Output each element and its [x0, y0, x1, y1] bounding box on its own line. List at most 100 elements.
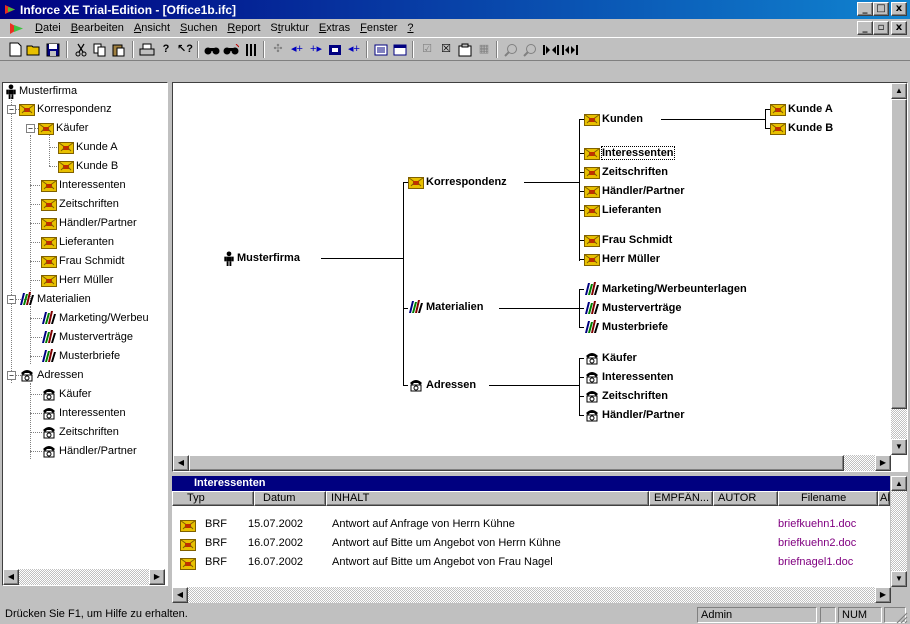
menu-item-ansicht[interactable]: Ansicht: [129, 22, 175, 34]
menu-item-bearbeiten[interactable]: Bearbeiten: [66, 22, 129, 34]
chart-node-haendler[interactable]: Händler/Partner: [584, 183, 685, 199]
menu-item-help[interactable]: ?: [402, 22, 418, 34]
tree-item-marketing[interactable]: Marketing/Werbeu: [41, 310, 151, 326]
new-file-icon[interactable]: [6, 41, 24, 58]
table-row[interactable]: BRF 15.07.2002 Antwort auf Anfrage von Her…: [172, 515, 890, 534]
tree-item-kunde-a[interactable]: Kunde A: [58, 139, 120, 155]
menu-item-datei[interactable]: Datei: [30, 22, 66, 34]
expand-icon[interactable]: ◂+: [345, 41, 363, 58]
tree-item-haendler[interactable]: Händler/Partner: [41, 215, 139, 231]
resize-grip-icon[interactable]: [894, 610, 908, 624]
chart-node-musterfirma[interactable]: Musterfirma: [223, 250, 300, 266]
list-view-icon[interactable]: [372, 41, 390, 58]
child-restore-button[interactable]: ▫: [873, 21, 889, 35]
tree-item-adressen-kaeufer[interactable]: Käufer: [41, 386, 93, 402]
child-minimize-button[interactable]: _: [857, 21, 873, 35]
child-close-button[interactable]: x: [891, 21, 907, 35]
chart-node-musterbriefe[interactable]: Musterbriefe: [584, 319, 668, 335]
chart-vscroll-thumb[interactable]: [891, 99, 907, 409]
tree-item-adressen[interactable]: Adressen: [19, 367, 85, 383]
cut-icon[interactable]: [72, 41, 90, 58]
collapse-toggle[interactable]: −: [7, 295, 16, 304]
first-record-icon[interactable]: [542, 41, 560, 58]
table-row[interactable]: BRF 16.07.2002 Antwort auf Bitte um Angebo…: [172, 553, 890, 572]
list-scroll-right-button[interactable]: ▶: [875, 587, 891, 603]
chart-node-adressen-kaeufer[interactable]: Käufer: [584, 350, 637, 366]
tree-item-frau-schmidt[interactable]: Frau Schmidt: [41, 253, 126, 269]
tree-item-kaeufer[interactable]: Käufer: [38, 120, 90, 136]
tree-item-adressen-interessenten[interactable]: Interessenten: [41, 405, 128, 421]
list-vscroll-track[interactable]: [891, 491, 907, 571]
chart-node-interessenten[interactable]: Interessenten: [584, 145, 675, 161]
org-chart-canvas[interactable]: Musterfirma Korrespondenz Materialien Ad…: [172, 82, 908, 472]
tree-item-korrespondenz[interactable]: Korrespondenz: [19, 101, 114, 117]
chart-node-lieferanten[interactable]: Lieferanten: [584, 202, 661, 218]
chart-node-adressen[interactable]: Adressen: [408, 377, 476, 393]
chart-scroll-right-button[interactable]: ▶: [875, 455, 891, 471]
close-button[interactable]: x: [891, 2, 907, 16]
cell-filename[interactable]: briefkuehn2.doc: [778, 537, 856, 549]
list-scroll-left-button[interactable]: ◀: [172, 587, 188, 603]
minimize-button[interactable]: _: [857, 2, 873, 16]
find-icon[interactable]: [203, 41, 221, 58]
table-row[interactable]: BRF 16.07.2002 Antwort auf Bitte um Angebo…: [172, 534, 890, 553]
cell-filename[interactable]: briefkuehn1.doc: [778, 518, 856, 530]
chart-scroll-left-button[interactable]: ◀: [173, 455, 189, 471]
chart-node-frau-schmidt[interactable]: Frau Schmidt: [584, 232, 672, 248]
tree-item-herr-mueller[interactable]: Herr Müller: [41, 272, 115, 288]
column-header-filename[interactable]: Filename: [778, 491, 878, 506]
connect-left-icon[interactable]: ◂+: [288, 41, 306, 58]
tree-scroll-right-button[interactable]: ▶: [149, 569, 165, 585]
tree-item-musterbriefe[interactable]: Musterbriefe: [41, 348, 122, 364]
window-view-icon[interactable]: [391, 41, 409, 58]
collapse-toggle[interactable]: −: [7, 371, 16, 380]
last-record-icon[interactable]: [561, 41, 579, 58]
chart-node-herr-mueller[interactable]: Herr Müller: [584, 251, 660, 267]
tree-item-mustervertraege[interactable]: Musterverträge: [41, 329, 135, 345]
menu-item-extras[interactable]: Extras: [314, 22, 355, 34]
checkbox-cross-icon[interactable]: ☒: [437, 41, 455, 58]
find-next-icon[interactable]: [222, 41, 240, 58]
copy-icon[interactable]: [91, 41, 109, 58]
menu-item-suchen[interactable]: Suchen: [175, 22, 222, 34]
tree-item-interessenten[interactable]: Interessenten: [41, 177, 128, 193]
chart-node-korrespondenz[interactable]: Korrespondenz: [408, 174, 507, 190]
column-header-autor[interactable]: AUTOR: [713, 491, 778, 506]
collapse-toggle[interactable]: −: [26, 124, 35, 133]
column-header-inhalt[interactable]: INHALT: [326, 491, 649, 506]
chart-node-kunde-a[interactable]: Kunde A: [770, 101, 833, 117]
tree-scroll-left-button[interactable]: ◀: [3, 569, 19, 585]
chart-node-materialien[interactable]: Materialien: [408, 299, 483, 315]
tree-item-musterfirma[interactable]: Musterfirma: [5, 83, 79, 99]
collapse-toggle[interactable]: −: [7, 105, 16, 114]
chart-node-kunde-b[interactable]: Kunde B: [770, 120, 833, 136]
chart-node-zeitschriften[interactable]: Zeitschriften: [584, 164, 668, 180]
menu-item-report[interactable]: Report: [222, 22, 265, 34]
chart-node-mustervertraege[interactable]: Musterverträge: [584, 300, 681, 316]
tree-item-adressen-haendler[interactable]: Händler/Partner: [41, 443, 139, 459]
chart-scroll-down-button[interactable]: ▼: [891, 439, 907, 455]
structure-tree[interactable]: − − − − Musterfirma Korrespondenz Käufer…: [2, 82, 168, 586]
connect-right-icon[interactable]: +▸: [307, 41, 325, 58]
menu-item-struktur[interactable]: Struktur: [265, 22, 314, 34]
chart-node-marketing[interactable]: Marketing/Werbeunterlagen: [584, 281, 747, 297]
context-help-icon[interactable]: ↖?: [176, 41, 194, 58]
chart-scroll-up-button[interactable]: ▲: [891, 83, 907, 99]
chart-node-adressen-haendler[interactable]: Händler/Partner: [584, 407, 685, 423]
menu-item-fenster[interactable]: Fenster: [355, 22, 402, 34]
tree-item-adressen-zeitschriften[interactable]: Zeitschriften: [41, 424, 121, 440]
help-icon[interactable]: ?: [157, 41, 175, 58]
column-header-typ[interactable]: Typ: [172, 491, 254, 506]
columns-icon[interactable]: [242, 41, 260, 58]
list-scroll-down-button[interactable]: ▼: [891, 571, 907, 587]
save-icon[interactable]: [44, 41, 62, 58]
box-icon[interactable]: [326, 41, 344, 58]
tree-item-lieferanten[interactable]: Lieferanten: [41, 234, 116, 250]
maximize-button[interactable]: □: [873, 2, 889, 16]
properties-icon[interactable]: [456, 41, 474, 58]
tree-item-zeitschriften[interactable]: Zeitschriften: [41, 196, 121, 212]
chart-node-kunden[interactable]: Kunden: [584, 111, 643, 127]
tree-hscroll-track[interactable]: [19, 569, 149, 585]
paste-icon[interactable]: [110, 41, 128, 58]
open-folder-icon[interactable]: [25, 41, 43, 58]
